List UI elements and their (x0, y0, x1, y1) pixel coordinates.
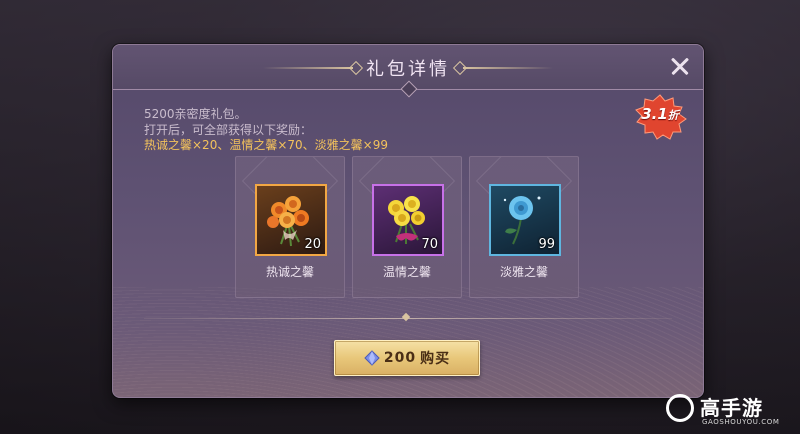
title-gem-ornament (400, 80, 418, 98)
diamond-icon (364, 350, 380, 366)
description-line: 5200亲密度礼包。 (144, 107, 247, 121)
item-icon-frame: 70 (372, 184, 444, 256)
dialog-title: 礼包详情 (366, 59, 450, 80)
item-name: 淡雅之馨 (499, 265, 548, 279)
watermark-logo: 高手游 GAOSHOUYOU.COM (666, 390, 794, 430)
discount-unit: 折 (667, 109, 679, 122)
item-icon-frame: 99 (489, 184, 561, 256)
item-name: 热诚之馨 (265, 265, 314, 279)
buy-button[interactable]: 200 购买 (334, 340, 480, 376)
title-ornament-right (463, 67, 553, 69)
reward-item-card[interactable]: 70 温情之馨 (352, 156, 462, 298)
watermark-g-icon (666, 394, 694, 422)
item-name: 温情之馨 (382, 265, 431, 279)
item-quantity: 70 (421, 237, 438, 252)
gift-pack-dialog: 礼包详情 5200亲密度礼包。 打开后，可全部获得以下奖励： 热诚之馨×20、温… (112, 44, 704, 398)
buy-price: 200 (383, 350, 417, 366)
discount-text: 3.1折 (633, 105, 687, 123)
gift-description: 5200亲密度礼包。 打开后，可全部获得以下奖励： 热诚之馨×20、温情之馨×7… (144, 107, 388, 154)
title-bar: 礼包详情 (113, 45, 703, 98)
item-icon-frame: 20 (255, 184, 327, 256)
reward-summary: 热诚之馨×20、温情之馨×70、淡雅之馨×99 (144, 138, 388, 152)
reward-item-card[interactable]: 20 热诚之馨 (235, 156, 345, 298)
buy-label: 购买 (420, 351, 451, 367)
watermark-domain: GAOSHOUYOU.COM (702, 418, 780, 426)
watermark-brand: 高手游 (700, 396, 763, 420)
discount-value: 3.1 (641, 105, 668, 123)
item-quantity: 99 (538, 237, 555, 252)
description-line: 打开后，可全部获得以下奖励： (144, 122, 313, 137)
close-button[interactable] (667, 53, 693, 79)
item-quantity: 20 (304, 237, 321, 252)
discount-badge: 3.1折 (633, 94, 687, 140)
reward-item-card[interactable]: 99 淡雅之馨 (469, 156, 579, 298)
